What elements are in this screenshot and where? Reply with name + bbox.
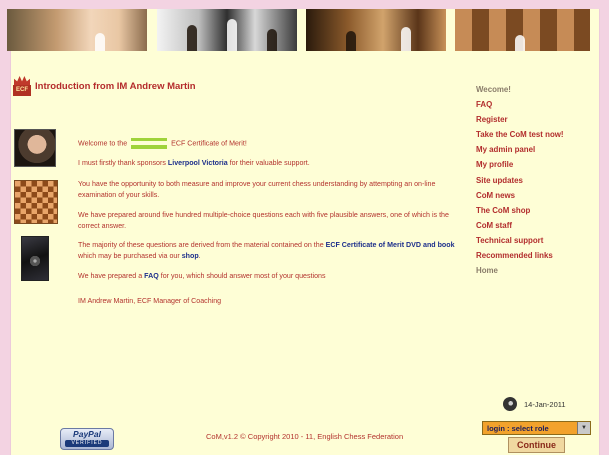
welcome-paragraph: Welcome to the ECF Certificate of Merit!	[78, 138, 247, 149]
banner-image-child	[7, 9, 147, 51]
chess-piece-icon	[227, 19, 237, 51]
chess-piece-icon	[401, 27, 411, 51]
faq-paragraph: We have prepared a FAQ for you, which sh…	[78, 272, 326, 280]
chessboard-image	[14, 180, 58, 224]
sidebar-item-home[interactable]: Home	[476, 263, 596, 278]
faq-link[interactable]: FAQ	[144, 272, 159, 280]
dvd-book-link[interactable]: ECF Certificate of Merit DVD and book	[326, 241, 455, 249]
sidebar-item-register[interactable]: Register	[476, 112, 596, 127]
shop-link[interactable]: shop	[182, 252, 199, 260]
questions-paragraph: We have prepared around five hundred mul…	[78, 211, 449, 230]
copyright-text: CoM,v1.2 © Copyright 2010 - 11, English …	[206, 432, 404, 441]
sidebar-item-welcome[interactable]: Wecome!	[476, 82, 596, 97]
sponsor-paragraph: I must firstly thank sponsors Liverpool …	[78, 159, 310, 167]
current-date: 14-Jan-2011	[524, 399, 566, 409]
role-select[interactable]: login : select role ▼	[482, 421, 591, 435]
chess-piece-icon	[267, 29, 277, 51]
sidebar-item-faq[interactable]: FAQ	[476, 97, 596, 112]
chess-piece-icon	[95, 33, 105, 51]
banner-image-wooden-pieces	[306, 9, 446, 51]
sidebar-item-recommended-links[interactable]: Recommended links	[476, 248, 596, 263]
chevron-down-icon[interactable]: ▼	[577, 422, 590, 434]
sidebar-nav: Wecome! FAQ Register Take the CoM test n…	[476, 82, 596, 278]
dvd-cover-image	[21, 236, 49, 281]
clock-icon	[503, 397, 517, 411]
sidebar-item-site-updates[interactable]: Site updates	[476, 173, 596, 188]
sidebar-item-my-profile[interactable]: My profile	[476, 157, 596, 172]
sidebar-item-com-news[interactable]: CoM news	[476, 188, 596, 203]
banner-image-board	[455, 9, 590, 51]
sidebar-item-com-shop[interactable]: The CoM shop	[476, 203, 596, 218]
sidebar-item-com-staff[interactable]: CoM staff	[476, 218, 596, 233]
chess-piece-icon	[187, 25, 197, 51]
sidebar-item-take-test[interactable]: Take the CoM test now!	[476, 127, 596, 142]
signature: IM Andrew Martin, ECF Manager of Coachin…	[78, 297, 222, 305]
page-title: Introduction from IM Andrew Martin	[35, 80, 196, 92]
banner-image-pieces	[157, 9, 297, 51]
sidebar-item-technical-support[interactable]: Technical support	[476, 233, 596, 248]
page-heading: ECF Introduction from IM Andrew Martin	[13, 76, 196, 96]
paypal-verified-badge[interactable]: PayPal VERIFIED	[60, 428, 114, 450]
chess-piece-icon	[346, 31, 356, 51]
derived-paragraph: The majority of these questions are deri…	[78, 241, 455, 260]
chess-piece-icon	[515, 35, 525, 51]
role-select-value: login : select role	[487, 423, 549, 433]
continue-button[interactable]: Continue	[508, 437, 565, 453]
measure-paragraph: You have the opportunity to both measure…	[78, 180, 436, 199]
ecf-logo-icon: ECF	[13, 76, 31, 96]
date-display: 14-Jan-2011	[503, 397, 566, 411]
lv-logo-icon	[131, 138, 168, 149]
sidebar-item-admin-panel[interactable]: My admin panel	[476, 142, 596, 157]
liverpool-victoria-link[interactable]: Liverpool Victoria	[168, 159, 228, 167]
author-photo	[14, 129, 56, 167]
